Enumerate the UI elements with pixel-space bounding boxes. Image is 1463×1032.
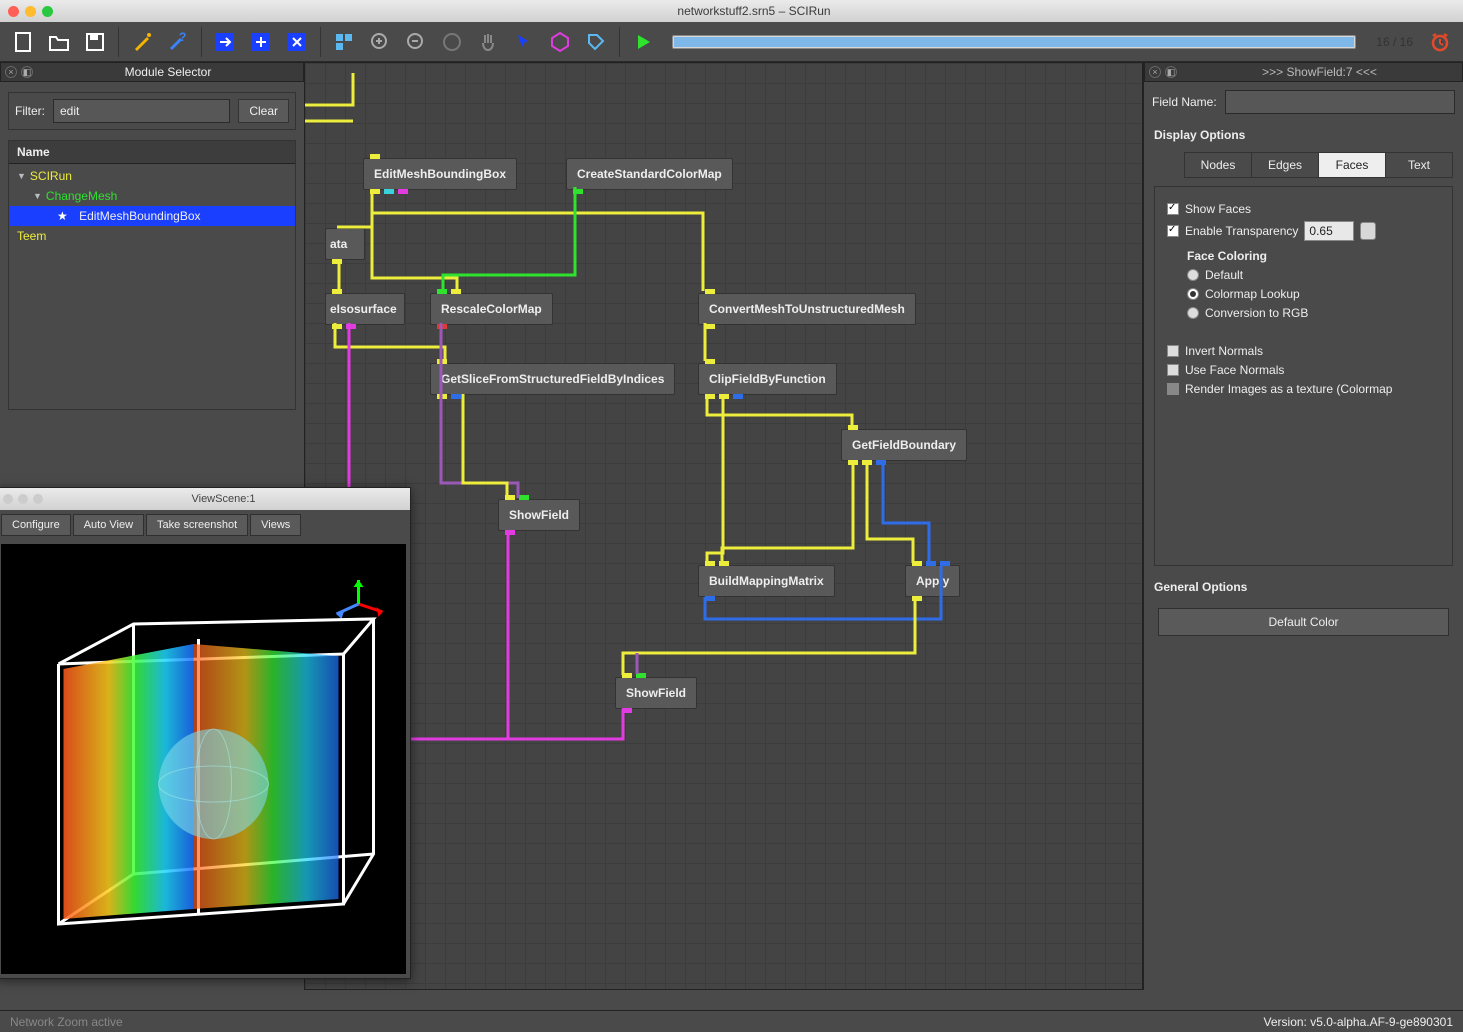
use-face-normals-checkbox[interactable]: Use Face Normals <box>1167 363 1440 377</box>
node-rescale[interactable]: RescaleColorMap <box>430 293 553 325</box>
tab-edges[interactable]: Edges <box>1252 153 1319 177</box>
tab-text[interactable]: Text <box>1386 153 1452 177</box>
general-options-label: General Options <box>1144 574 1463 600</box>
help-button[interactable]: ? <box>161 25 195 59</box>
window-close-button[interactable] <box>280 25 314 59</box>
coloring-rgb-radio[interactable]: Conversion to RGB <box>1187 306 1440 320</box>
invert-normals-checkbox[interactable]: Invert Normals <box>1167 344 1440 358</box>
open-folder-button[interactable] <box>42 25 76 59</box>
clear-button[interactable]: Clear <box>238 99 289 123</box>
tree-row[interactable]: ▼SCIRun <box>9 166 295 186</box>
status-bar: Network Zoom active Version: v5.0-alpha.… <box>0 1010 1463 1032</box>
tree-row[interactable]: ▼ChangeMesh <box>9 186 295 206</box>
close-icon[interactable] <box>8 6 19 17</box>
version-label: Version: v5.0-alpha.AF-9-ge890301 <box>1264 1015 1453 1029</box>
window-arrow-button[interactable] <box>208 25 242 59</box>
progress-label: 16 / 16 <box>1376 35 1413 49</box>
enable-transparency-label: Enable Transparency <box>1185 224 1298 238</box>
viewscene-title: ViewScene:1 <box>43 493 404 505</box>
node-editmesh[interactable]: EditMeshBoundingBox <box>363 158 517 190</box>
coloring-default-radio[interactable]: Default <box>1187 268 1440 282</box>
tab-faces[interactable]: Faces <box>1319 153 1386 177</box>
views-button[interactable]: Views <box>250 514 301 536</box>
panel-close-icon[interactable]: × <box>5 66 17 78</box>
node-showfield1[interactable]: ShowField <box>498 499 580 531</box>
alarm-icon[interactable] <box>1423 25 1457 59</box>
render-texture-checkbox[interactable]: Render Images as a texture (Colormap <box>1167 382 1440 396</box>
zoom-in-button[interactable] <box>363 25 397 59</box>
window-title: networkstuff2.srn5 – SCIRun <box>53 4 1455 18</box>
new-file-button[interactable] <box>6 25 40 59</box>
node-convert[interactable]: ConvertMeshToUnstructuredMesh <box>698 293 916 325</box>
node-clip[interactable]: ClipFieldByFunction <box>698 363 837 395</box>
progress-bar <box>672 35 1356 49</box>
main-toolbar: ? 16 / 16 <box>0 22 1463 62</box>
field-name-label: Field Name: <box>1152 95 1217 109</box>
zoom-icon[interactable] <box>42 6 53 17</box>
run-button[interactable] <box>626 25 660 59</box>
node-boundary[interactable]: GetFieldBoundary <box>841 429 967 461</box>
configure-button[interactable]: Configure <box>1 514 71 536</box>
node-build[interactable]: BuildMappingMatrix <box>698 565 835 597</box>
package-button[interactable] <box>543 25 577 59</box>
enable-transparency-checkbox[interactable] <box>1167 225 1179 237</box>
show-faces-checkbox[interactable]: Show Faces <box>1167 202 1440 216</box>
filter-input[interactable] <box>53 99 230 123</box>
transparency-value-input[interactable] <box>1304 221 1354 241</box>
tree-row[interactable]: Teem <box>9 226 295 246</box>
network-canvas[interactable]: EditMeshBoundingBox CreateStandardColorM… <box>304 62 1143 990</box>
node-getslice[interactable]: GetSliceFromStructuredFieldByIndices <box>430 363 675 395</box>
zoom-reset-button[interactable] <box>435 25 469 59</box>
svg-text:?: ? <box>179 31 186 44</box>
wizard-button[interactable] <box>125 25 159 59</box>
panel-close-icon[interactable]: × <box>1149 66 1161 78</box>
showfield-header: × ◧ >>> ShowField:7 <<< <box>1144 62 1463 82</box>
face-coloring-label: Face Coloring <box>1187 249 1440 263</box>
showfield-panel: × ◧ >>> ShowField:7 <<< Field Name: Disp… <box>1143 62 1463 990</box>
node-apply[interactable]: Apply <box>905 565 960 597</box>
panel-popout-icon[interactable]: ◧ <box>1165 66 1177 78</box>
close-icon[interactable] <box>3 494 13 504</box>
transparency-stepper[interactable] <box>1360 222 1376 240</box>
minimize-icon[interactable] <box>18 494 28 504</box>
coloring-colormap-radio[interactable]: Colormap Lookup <box>1187 287 1440 301</box>
module-tree[interactable]: Name ▼SCIRun ▼ChangeMesh ★ EditMeshBound… <box>8 140 296 410</box>
field-name-input[interactable] <box>1225 90 1455 114</box>
default-color-button[interactable]: Default Color <box>1158 608 1449 636</box>
node-data[interactable]: ata <box>325 228 365 260</box>
minimize-icon[interactable] <box>25 6 36 17</box>
tab-nodes[interactable]: Nodes <box>1185 153 1252 177</box>
viewscene-canvas[interactable] <box>1 544 406 974</box>
zoom-out-button[interactable] <box>399 25 433 59</box>
node-isosurface[interactable]: eIsosurface <box>325 293 405 325</box>
align-button[interactable] <box>327 25 361 59</box>
tree-row-selected[interactable]: ★ EditMeshBoundingBox <box>9 206 295 226</box>
viewscene-window[interactable]: ViewScene:1 Configure Auto View Take scr… <box>0 487 411 979</box>
panel-popout-icon[interactable]: ◧ <box>21 66 33 78</box>
window-plus-button[interactable] <box>244 25 278 59</box>
status-text: Network Zoom active <box>10 1015 123 1029</box>
display-options-label: Display Options <box>1144 122 1463 148</box>
window-titlebar: networkstuff2.srn5 – SCIRun <box>0 0 1463 22</box>
take-screenshot-button[interactable]: Take screenshot <box>146 514 248 536</box>
filter-label: Filter: <box>15 104 45 118</box>
auto-view-button[interactable]: Auto View <box>73 514 144 536</box>
pan-button[interactable] <box>471 25 505 59</box>
tag-button[interactable] <box>579 25 613 59</box>
select-button[interactable] <box>507 25 541 59</box>
zoom-icon[interactable] <box>33 494 43 504</box>
node-colormap[interactable]: CreateStandardColorMap <box>566 158 733 190</box>
tree-header: Name <box>9 141 295 164</box>
module-selector-header: × ◧ Module Selector <box>0 62 304 82</box>
node-showfield2[interactable]: ShowField <box>615 677 697 709</box>
save-button[interactable] <box>78 25 112 59</box>
